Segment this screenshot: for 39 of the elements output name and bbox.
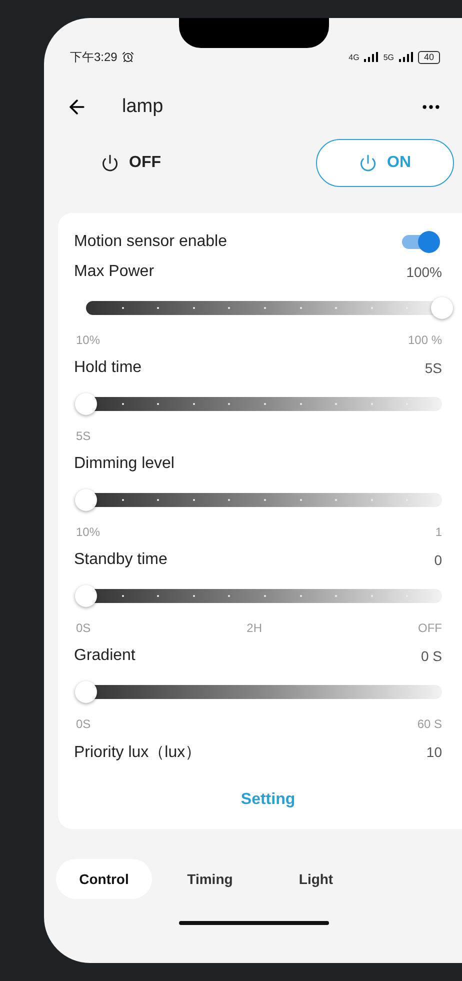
setting-label: Standby time <box>74 551 168 569</box>
network-type: 4G <box>348 52 360 62</box>
signal-icon <box>398 52 413 62</box>
battery-level: 40 <box>418 50 440 64</box>
scale-label: 2H <box>246 621 262 635</box>
slider-thumb[interactable] <box>431 297 453 319</box>
setting-label: Gradient <box>74 647 136 665</box>
slider-thumb[interactable] <box>75 489 97 511</box>
page-title: lamp <box>122 96 164 118</box>
setting-value: 0 S <box>420 648 442 664</box>
scale-label: 60 S <box>417 717 442 731</box>
status-time: 下午3:29 <box>70 48 118 66</box>
slider-thumb[interactable] <box>75 681 97 703</box>
scale-label: 10% <box>76 333 100 347</box>
alarm-icon <box>122 51 134 63</box>
setting-label: Priority lux（lux） <box>74 742 202 762</box>
signal-icon <box>364 52 378 62</box>
setting-label: Motion sensor enable <box>74 233 227 251</box>
power-icon <box>101 154 119 172</box>
scale-label: 1 <box>435 525 442 539</box>
slider-thumb[interactable] <box>75 585 97 607</box>
setting-value: 5S <box>424 360 442 376</box>
setting-value: 0 <box>434 552 442 568</box>
scale-label: 0S <box>76 717 91 731</box>
bottom-tab[interactable]: Control <box>56 859 152 899</box>
setting-value: 100% <box>406 264 442 280</box>
setting-label: Dimming level <box>74 455 174 473</box>
scale-label: 10% <box>76 525 100 539</box>
setting-label: Max Power <box>74 263 154 281</box>
setting-label: Hold time <box>74 359 142 377</box>
network-type: 5G <box>383 52 394 62</box>
power-icon <box>359 154 377 172</box>
setting-value: 10 <box>426 744 442 760</box>
scale-label: 5S <box>76 429 91 443</box>
scale-label: OFF <box>418 621 442 635</box>
slider-thumb[interactable] <box>75 393 97 415</box>
scale-label: 0S <box>76 621 91 635</box>
power-button[interactable]: OFF <box>66 139 196 187</box>
scale-label: 100 % <box>408 333 442 347</box>
